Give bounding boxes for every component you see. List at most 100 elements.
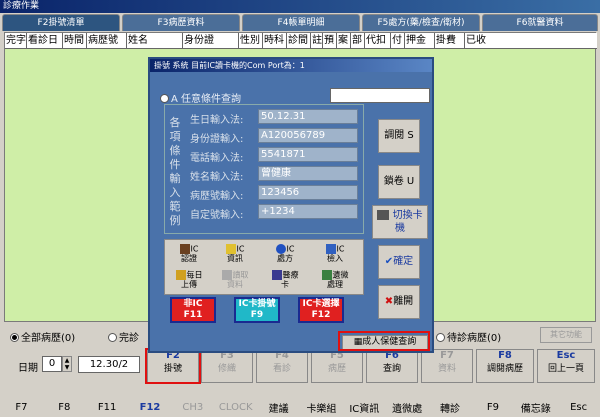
chart-no-example: 123456 <box>258 185 358 200</box>
ic-rx-button[interactable]: IC 處方 <box>265 244 305 264</box>
col-header[interactable]: 預 <box>323 33 337 48</box>
tab-visit-data[interactable]: F6就醫資料 <box>482 14 598 31</box>
view-record-button[interactable]: F8 調閱病歷 <box>476 349 534 383</box>
tab-registration-list[interactable]: F2掛號清單 <box>2 14 120 31</box>
ic-auth-button[interactable]: IC 認證 <box>169 244 209 264</box>
birthday-example: 50.12.31 <box>258 109 358 124</box>
adult-health-highlight <box>338 331 430 351</box>
switch-reader-button[interactable]: 切換卡機 <box>372 205 428 239</box>
lock-button[interactable]: 鎖卷 U <box>378 165 420 199</box>
card-reader-icon <box>377 210 390 220</box>
leave-button[interactable]: ✖離開 <box>378 285 420 319</box>
col-header[interactable]: 看診日 <box>27 33 63 48</box>
arrow-icon <box>325 244 336 254</box>
fkey-button[interactable]: 遺微處 <box>386 400 429 415</box>
col-header[interactable]: 已收 <box>465 33 495 48</box>
open-button[interactable]: 調閱 S <box>378 119 420 153</box>
col-header[interactable]: 掛費 <box>435 33 465 48</box>
col-header[interactable]: 部 <box>351 33 365 48</box>
radio-icon <box>10 333 19 342</box>
fkey-button[interactable]: 卡樂組 <box>300 400 343 415</box>
fkey-button[interactable]: 備忘錄 <box>514 400 557 415</box>
registration-dialog: 掛號 系統 目前IC讀卡機的Com Port為：1 A 任意條件查詢 各項條件輸… <box>148 57 434 353</box>
fkey-button[interactable]: CLOCK <box>214 402 257 413</box>
id-label: 身份證輸入: <box>190 134 244 145</box>
col-header[interactable]: 註 <box>311 33 323 48</box>
fkey-button[interactable]: IC資訊 <box>343 400 386 415</box>
col-header[interactable]: 診間 <box>287 33 311 48</box>
phone-label: 電話輸入法: <box>190 153 244 164</box>
data-button[interactable]: F7 資料 <box>421 349 473 383</box>
back-button[interactable]: Esc 回上一頁 <box>537 349 595 383</box>
radio-icon <box>436 333 445 342</box>
other-functions-button[interactable]: 其它功能 <box>540 327 592 343</box>
daily-upload-button[interactable]: 每日 上傳 <box>169 270 209 290</box>
fkey-button[interactable]: CH3 <box>171 402 214 413</box>
card-icon <box>225 244 236 254</box>
truck-icon <box>321 270 332 280</box>
any-condition-input[interactable] <box>330 88 430 103</box>
function-key-bar: F7 F8 F11 F12 CH3 CLOCK 建議 卡樂組 IC資訊 遺微處 … <box>0 398 600 417</box>
close-icon: ✖ <box>384 296 394 307</box>
fkey-button[interactable]: F7 <box>0 402 43 413</box>
col-header[interactable]: 付 <box>391 33 405 48</box>
filter-done[interactable]: 完診 <box>108 329 139 344</box>
custom-no-example: +1234 <box>258 204 358 219</box>
chart-no-label: 病歷號輸入: <box>190 191 244 202</box>
fkey-button[interactable]: F8 <box>43 402 86 413</box>
tab-bar: F2掛號清單 F3病歷資料 F4帳單明細 F5處方(藥/檢查/衛材) F6就醫資… <box>0 14 600 31</box>
filter-waiting[interactable]: 待診病歷(0) <box>436 329 501 344</box>
missing-process-button[interactable]: 遺微 處理 <box>315 270 355 290</box>
date-number-field[interactable]: 0 <box>42 356 62 372</box>
fkey-button[interactable]: Esc <box>557 402 600 413</box>
check-icon: ✔ <box>384 256 394 267</box>
phone-example: 5541871 <box>258 147 358 162</box>
fkey-button[interactable]: F11 <box>86 402 129 413</box>
hand-icon <box>221 270 232 280</box>
ok-button[interactable]: ✔確定 <box>378 245 420 279</box>
fkey-button[interactable]: 轉診 <box>429 400 472 415</box>
tab-bill-detail[interactable]: F4帳單明細 <box>242 14 360 31</box>
col-header[interactable]: 姓名 <box>127 33 183 48</box>
date-spinner-icon[interactable]: ▲ ▼ <box>62 356 72 372</box>
fkey-button[interactable]: 建議 <box>257 400 300 415</box>
non-ic-register-button[interactable]: 非IC F11 <box>170 297 216 323</box>
birthday-label: 生日輸入法: <box>190 115 244 126</box>
person-icon <box>179 244 190 254</box>
radio-icon <box>160 94 169 103</box>
fkey-button[interactable]: F9 <box>471 402 514 413</box>
dialog-title: 掛號 系統 目前IC讀卡機的Com Port為：1 <box>150 59 432 72</box>
col-header[interactable]: 案 <box>337 33 351 48</box>
card-icon <box>271 270 282 280</box>
col-header[interactable]: 代扣 <box>365 33 391 48</box>
col-header[interactable]: 病歷號 <box>87 33 127 48</box>
col-header[interactable]: 完字號 <box>5 33 27 48</box>
col-header[interactable]: 時間 <box>63 33 87 48</box>
window-title: 診療作業 <box>0 0 600 13</box>
ic-register-button[interactable]: IC卡掛號 F9 <box>234 297 280 323</box>
consult-button[interactable]: F4 看診 <box>256 349 308 383</box>
col-header[interactable]: 身份證 <box>183 33 239 48</box>
query-button[interactable]: F6 查詢 <box>366 349 418 383</box>
name-example: 曾健康 <box>258 166 358 181</box>
read-data-button[interactable]: 讀取 資料 <box>215 270 255 290</box>
tab-prescription[interactable]: F5處方(藥/檢查/衛材) <box>362 14 480 31</box>
ic-info-button[interactable]: IC 資訊 <box>215 244 255 264</box>
magnifier-icon <box>275 244 286 254</box>
ic-select-button[interactable]: IC卡選擇 F12 <box>298 297 344 323</box>
name-label: 姓名輸入法: <box>190 172 244 183</box>
col-header[interactable]: 性別 <box>239 33 263 48</box>
record-button[interactable]: F5 病歷 <box>311 349 363 383</box>
custom-no-label: 自定號輸入: <box>190 210 244 221</box>
medical-card-button[interactable]: 醫療卡 <box>265 270 305 290</box>
fkey-button[interactable]: F12 <box>129 402 172 413</box>
tab-patient-data[interactable]: F3病歷資料 <box>122 14 240 31</box>
ic-input-button[interactable]: IC 檢入 <box>315 244 355 264</box>
date-value-field[interactable]: 12.30/2 <box>78 356 140 373</box>
filter-all[interactable]: 全部病歷(0) <box>10 329 75 344</box>
col-header[interactable]: 押金 <box>405 33 435 48</box>
radio-icon <box>108 333 117 342</box>
date-label: 日期 <box>18 363 38 374</box>
edit-button[interactable]: F3 修織 <box>201 349 253 383</box>
col-header[interactable]: 時科 <box>263 33 287 48</box>
